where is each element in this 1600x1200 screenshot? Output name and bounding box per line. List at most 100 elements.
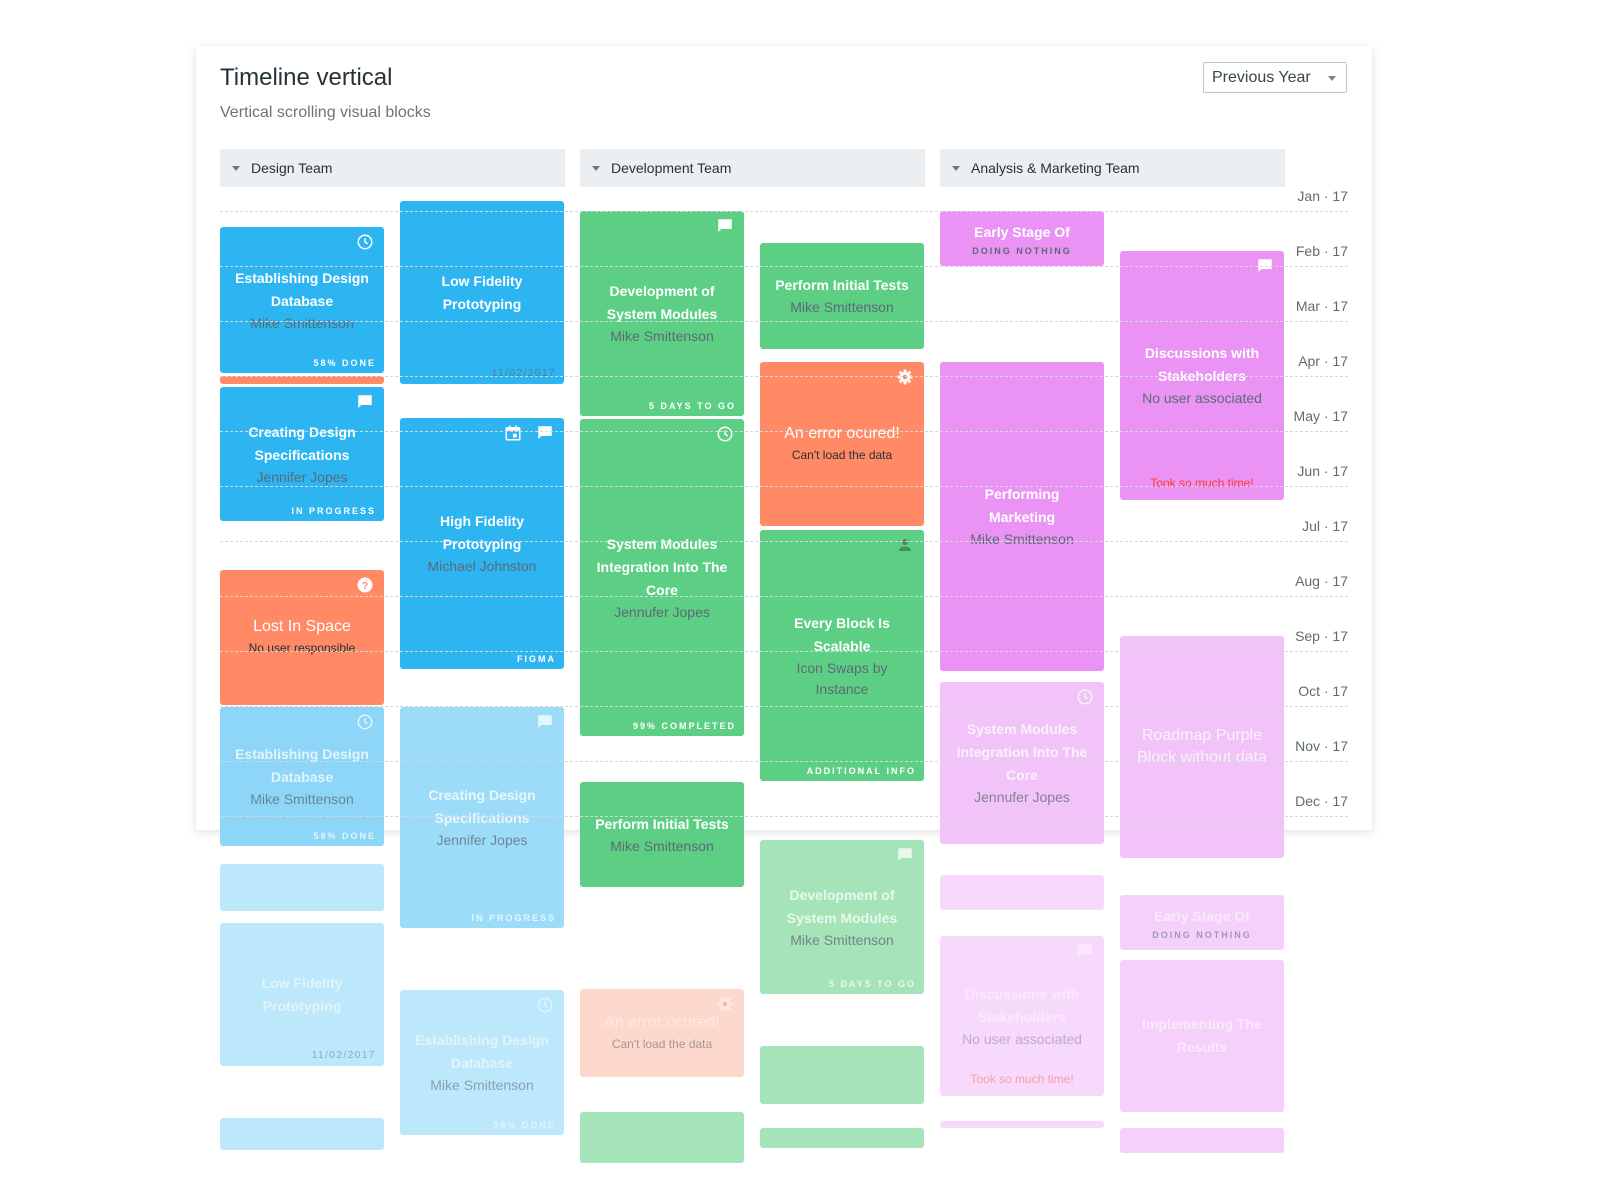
group-header-analysis-marketing[interactable]: Analysis & Marketing Team (940, 149, 1285, 187)
timeline-block-empty[interactable] (1120, 1128, 1284, 1153)
calendar-icon[interactable] (504, 424, 522, 442)
comment-icon[interactable] (896, 846, 914, 864)
block-title: Creating Design Specifications (248, 423, 356, 463)
block-icons (896, 846, 914, 864)
timeline-block[interactable]: Implementing The Results (1120, 960, 1284, 1112)
block-assignee: Jennifer Jopes (256, 468, 348, 485)
timeline-block-empty[interactable] (760, 1128, 924, 1148)
group-label: Development Team (611, 160, 732, 176)
month-label: Jan · 17 (1297, 188, 1348, 204)
month-label: Feb · 17 (1295, 243, 1348, 259)
block-icons (356, 713, 374, 731)
timeline-block[interactable]: Establishing Design Database Mike Smitten… (220, 707, 384, 846)
timeline-block[interactable]: An error ocured! Can't load the data (580, 989, 744, 1077)
block-warning: Took so much time! (970, 1072, 1074, 1086)
block-assignee: Michael Johnston (427, 558, 537, 574)
block-title: Lost In Space (253, 618, 351, 635)
block-title: Development of System Modules (606, 283, 718, 322)
block-assignee: Mike Smittenson (250, 314, 354, 331)
timeline-block[interactable]: System Modules Integration Into The Core… (580, 419, 744, 736)
block-footer: ADDITIONAL INFO (806, 766, 916, 776)
chevron-down-icon (1328, 76, 1336, 81)
block-assignee: No user associated (962, 1030, 1082, 1047)
block-icons (1076, 688, 1094, 706)
clock-icon[interactable] (536, 996, 554, 1014)
block-assignee: No user responsible (248, 641, 356, 655)
clock-icon[interactable] (1076, 688, 1094, 706)
block-footer: 58% DONE (313, 358, 376, 368)
timeline-block[interactable]: Perform Initial Tests Mike Smittenson (760, 243, 924, 349)
month-gridline (220, 211, 1348, 212)
clock-icon[interactable] (356, 713, 374, 731)
month-gridline (220, 816, 1348, 817)
timeline-block[interactable]: Every Block Is Scalable Icon Swaps by Ins… (760, 530, 924, 781)
timeline-block-empty[interactable] (220, 1118, 384, 1150)
svg-text:?: ? (362, 580, 368, 592)
month-gridline (220, 761, 1348, 762)
timeline-block[interactable]: Discussions with Stakeholders No user ass… (940, 936, 1104, 1096)
clock-icon[interactable] (356, 233, 374, 251)
block-assignee: Can't load the data (791, 447, 893, 462)
block-icons (536, 996, 554, 1014)
comment-icon[interactable] (716, 217, 734, 235)
timeline-block-empty[interactable] (580, 1112, 744, 1163)
gear-icon[interactable] (716, 995, 734, 1013)
question-icon[interactable]: ? (356, 576, 374, 594)
period-select[interactable]: Previous Year (1203, 62, 1347, 93)
timeline-block[interactable]: Establishing Design Database Mike Smitten… (220, 227, 384, 373)
block-icons (536, 713, 554, 731)
comment-icon[interactable] (536, 713, 554, 731)
block-title: Implementing The Results (1142, 1016, 1262, 1055)
month-label: Dec · 17 (1295, 793, 1348, 809)
month-gridline (220, 431, 1348, 432)
month-gridline (220, 486, 1348, 487)
group-label: Analysis & Marketing Team (971, 160, 1140, 176)
timeline-block[interactable]: Early Stage Of DOING NOTHING (1120, 895, 1284, 950)
block-assignee: Can't load the data (611, 1036, 713, 1051)
block-title: Establishing Design Database (415, 1032, 549, 1071)
gear-icon[interactable] (896, 368, 914, 386)
timeline-block[interactable]: Development of System Modules Mike Smitte… (760, 840, 924, 994)
clock-icon[interactable] (716, 425, 734, 443)
timeline-block-empty[interactable] (760, 1046, 924, 1104)
person-icon[interactable] (896, 536, 914, 554)
page-subtitle: Vertical scrolling visual blocks (220, 104, 431, 121)
block-title: System Modules Integration Into The Core (956, 721, 1088, 783)
comment-icon[interactable] (536, 424, 554, 442)
block-icons (356, 393, 374, 411)
month-label: Aug · 17 (1295, 573, 1348, 589)
timeline-block[interactable]: Early Stage Of DOING NOTHING (940, 211, 1104, 266)
block-icons (896, 536, 914, 554)
timeline-block[interactable]: Lost In Space No user responsible? (220, 570, 384, 705)
block-title: System Modules Integration Into The Core (596, 535, 728, 598)
month-gridline (220, 651, 1348, 652)
block-footer: FIGMA (517, 654, 556, 664)
timeline-block[interactable]: Development of System Modules Mike Smitte… (580, 211, 744, 416)
timeline-block[interactable]: Low Fidelity Prototyping 11/02/2017 (220, 923, 384, 1066)
timeline-block[interactable]: Roadmap Purple Block without data (1120, 636, 1284, 858)
group-header-development[interactable]: Development Team (580, 149, 925, 187)
timeline-block[interactable]: Performing Marketing Mike Smittenson (940, 362, 1104, 671)
period-select-value: Previous Year (1212, 69, 1311, 86)
block-title: An error ocured! (784, 424, 900, 442)
timeline-block[interactable]: Low Fidelity Prototyping 11/02/2017 (400, 201, 564, 384)
timeline-block[interactable]: An error ocured! Can't load the data (760, 362, 924, 526)
timeline-block-empty[interactable] (220, 376, 384, 384)
timeline-block[interactable]: Creating Design Specifications Jennifer J… (400, 707, 564, 928)
group-header-design[interactable]: Design Team (220, 149, 565, 187)
timeline-block-empty[interactable] (220, 864, 384, 911)
block-assignee: Jennufer Jopes (614, 603, 710, 620)
timeline-block[interactable]: High Fidelity Prototyping Michael Johnsto… (400, 418, 564, 669)
timeline-block-empty[interactable] (940, 1121, 1104, 1128)
timeline-block[interactable]: Establishing Design Database Mike Smitten… (400, 990, 564, 1135)
comment-icon[interactable] (356, 393, 374, 411)
timeline-block-empty[interactable] (940, 875, 1104, 910)
block-assignee: Icon Swaps by Instance (796, 659, 888, 697)
block-assignee: Mike Smittenson (790, 299, 894, 315)
timeline-block[interactable]: Perform Initial Tests Mike Smittenson (580, 782, 744, 887)
comment-icon[interactable] (1076, 942, 1094, 960)
month-label: May · 17 (1293, 408, 1348, 424)
caret-down-icon (592, 166, 600, 171)
timeline-block[interactable]: Creating Design Specifications Jennifer J… (220, 387, 384, 521)
month-label: Nov · 17 (1295, 738, 1348, 754)
